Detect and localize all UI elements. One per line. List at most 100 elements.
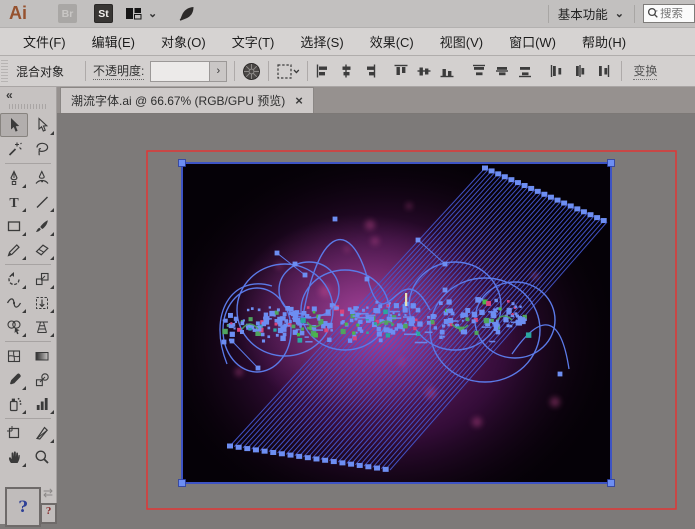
curvature-tool-icon: [34, 170, 50, 186]
type-tool-button[interactable]: T: [0, 190, 28, 214]
vertical-distribute-top-button[interactable]: [467, 60, 490, 82]
perspective-grid-tool-button[interactable]: [28, 315, 56, 339]
stroke-color-swatch[interactable]: ?: [40, 503, 57, 524]
hand-tool-icon: [6, 449, 22, 465]
vertical-distribute-bottom-button[interactable]: [513, 60, 536, 82]
vertical-align-top-button[interactable]: [389, 60, 412, 82]
horizontal-distribute-left-icon: [550, 64, 564, 78]
search-box[interactable]: [643, 4, 695, 23]
magic-wand-tool-button[interactable]: [0, 137, 28, 161]
tab-close-icon[interactable]: ×: [295, 95, 303, 107]
curvature-tool-button[interactable]: [28, 166, 56, 190]
lasso-tool-icon: [34, 141, 50, 157]
recolor-artwork-icon: [242, 62, 261, 81]
controlbar-separator: [621, 61, 622, 81]
horizontal-align-right-button[interactable]: [357, 60, 380, 82]
swap-fill-stroke-icon[interactable]: ⇄: [43, 486, 53, 500]
zoom-tool-button[interactable]: [28, 445, 56, 469]
canvas-area[interactable]: [57, 114, 695, 524]
layout-squares-icon: [126, 8, 142, 20]
vertical-distribute-center-button[interactable]: [490, 60, 513, 82]
menu-item-object[interactable]: 对象(O): [148, 32, 219, 51]
recolor-artwork-button[interactable]: [242, 59, 261, 83]
eraser-tool-button[interactable]: [28, 238, 56, 262]
paintbrush-tool-button[interactable]: [28, 214, 56, 238]
pencil-tool-button[interactable]: [0, 238, 28, 262]
shape-builder-tool-button[interactable]: [0, 315, 28, 339]
opacity-expander-button[interactable]: ›: [209, 62, 226, 81]
stock-button[interactable]: St: [94, 4, 113, 23]
free-transform-tool-button[interactable]: [28, 291, 56, 315]
slice-tool-button[interactable]: [28, 421, 56, 445]
hand-tool-button[interactable]: [0, 445, 28, 469]
perspective-grid-tool-icon: [34, 319, 50, 335]
opacity-link[interactable]: 不透明度:: [93, 62, 144, 80]
column-graph-tool-button[interactable]: [28, 392, 56, 416]
gradient-tool-button[interactable]: [28, 344, 56, 368]
controlbar-separator: [85, 61, 86, 81]
document-tab-title: 潮流字体.ai @ 66.67% (RGB/GPU 预览): [71, 92, 285, 109]
symbol-sprayer-tool-button[interactable]: [0, 392, 28, 416]
horizontal-distribute-left-button[interactable]: [545, 60, 568, 82]
rotate-tool-icon: [6, 271, 22, 287]
direct-selection-tool-button[interactable]: [28, 113, 56, 137]
rotate-tool-button[interactable]: [0, 267, 28, 291]
tool-group-separator: [5, 163, 51, 164]
scale-tool-button[interactable]: [28, 267, 56, 291]
vertical-align-bottom-icon: [440, 64, 454, 78]
blend-tool-button[interactable]: [28, 368, 56, 392]
vertical-align-center-button[interactable]: [412, 60, 435, 82]
eyedropper-tool-button[interactable]: [0, 368, 28, 392]
width-tool-button[interactable]: [0, 291, 28, 315]
menu-item-select[interactable]: 选择(S): [287, 32, 356, 51]
line-segment-tool-button[interactable]: [28, 190, 56, 214]
vertical-align-center-icon: [417, 64, 431, 78]
fill-color-swatch[interactable]: ?: [5, 487, 41, 527]
menu-item-window[interactable]: 窗口(W): [496, 32, 569, 51]
panel-drag-handle[interactable]: [9, 104, 47, 109]
vertical-align-top-icon: [394, 64, 408, 78]
menu-item-effect[interactable]: 效果(C): [357, 32, 427, 51]
workspace-switcher[interactable]: 基本功能: [558, 4, 608, 23]
lasso-tool-button[interactable]: [28, 137, 56, 161]
horizontal-distribute-right-button[interactable]: [591, 60, 614, 82]
horizontal-align-center-button[interactable]: [334, 60, 357, 82]
horizontal-distribute-center-button[interactable]: [568, 60, 591, 82]
menu-item-edit[interactable]: 编辑(E): [79, 32, 148, 51]
gpu-performance-button[interactable]: [179, 6, 195, 21]
direct-selection-tool-icon: [34, 117, 50, 133]
eraser-tool-icon: [34, 242, 50, 258]
menu-item-type[interactable]: 文字(T): [219, 32, 288, 51]
artboard-tool-button[interactable]: [0, 421, 28, 445]
menu-item-file[interactable]: 文件(F): [10, 32, 79, 51]
search-input[interactable]: [660, 8, 690, 20]
controlbar-separator: [307, 61, 308, 81]
document-tab[interactable]: 潮流字体.ai @ 66.67% (RGB/GPU 预览) ×: [60, 87, 314, 113]
column-graph-tool-icon: [34, 396, 50, 412]
panel-drag-handle[interactable]: [1, 60, 8, 82]
menu-item-help[interactable]: 帮助(H): [569, 32, 639, 51]
tool-group-separator: [5, 264, 51, 265]
rectangle-tool-button[interactable]: [0, 214, 28, 238]
vertical-align-bottom-button[interactable]: [435, 60, 458, 82]
artboard-tool-icon: [6, 425, 22, 441]
transform-link[interactable]: 变换: [633, 62, 657, 80]
bridge-button[interactable]: Br: [58, 4, 77, 23]
document-layout-button[interactable]: ⌄: [126, 8, 157, 20]
select-similar-button[interactable]: [276, 59, 300, 83]
horizontal-align-left-button[interactable]: [311, 60, 334, 82]
mesh-tool-button[interactable]: [0, 344, 28, 368]
horizontal-distribute-right-icon: [596, 64, 610, 78]
free-transform-tool-icon: [34, 295, 50, 311]
pencil-tool-icon: [6, 242, 22, 258]
selection-tool-button[interactable]: [0, 113, 28, 137]
pen-tool-icon: [6, 170, 22, 186]
zoom-tool-icon: [34, 449, 50, 465]
titlebar-separator: [548, 5, 549, 23]
opacity-input[interactable]: [151, 62, 209, 81]
shape-builder-tool-icon: [6, 319, 22, 335]
menu-item-view[interactable]: 视图(V): [427, 32, 496, 51]
collapse-panel-button[interactable]: «: [0, 87, 56, 101]
fill-stroke-indicator: ? ⇄ ?: [0, 483, 57, 524]
pen-tool-button[interactable]: [0, 166, 28, 190]
